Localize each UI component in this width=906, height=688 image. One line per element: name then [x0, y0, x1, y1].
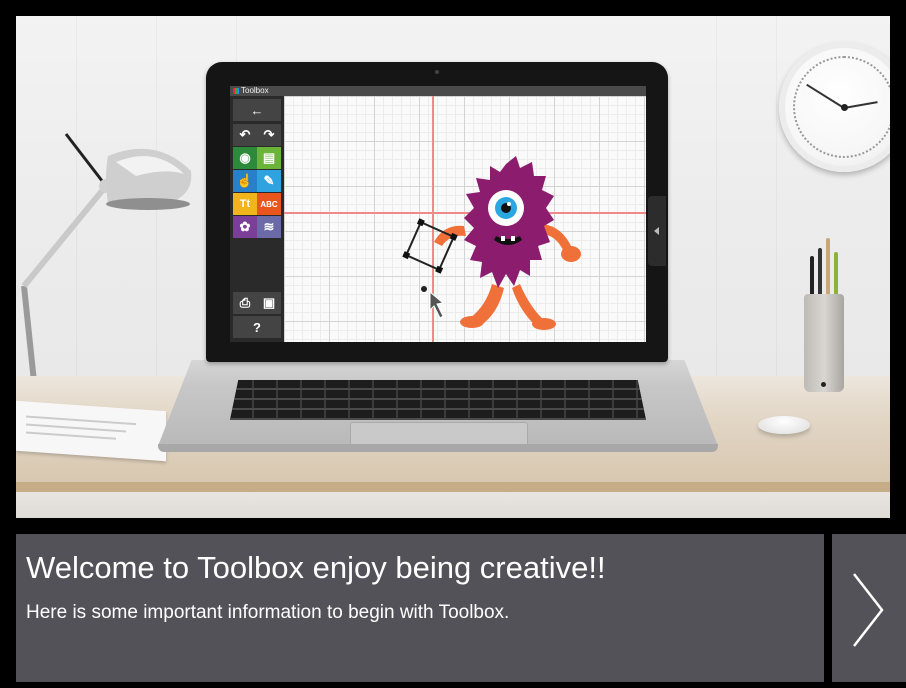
open-book — [16, 400, 166, 462]
back-arrow-icon[interactable]: ← — [233, 99, 281, 121]
app-window-title: Toolbox — [241, 86, 269, 95]
new-page-icon[interactable]: ▤ — [257, 147, 281, 169]
pencil-cup — [804, 294, 844, 392]
design-canvas — [284, 96, 646, 342]
redo-icon[interactable]: ↷ — [257, 124, 281, 146]
slide-frame: Toolbox ← ↶ ↷ ◉ ▤ ☝ ✎ Tt ABC ✿ ≋ ⎙ ▣ ? W… — [0, 0, 906, 688]
side-panel-toggle[interactable] — [648, 196, 666, 266]
monogram-icon[interactable]: ABC — [257, 193, 281, 215]
toolbox-panel: ← ↶ ↷ ◉ ▤ ☝ ✎ Tt ABC ✿ ≋ ⎙ ▣ ? — [230, 96, 284, 342]
hero-image: Toolbox ← ↶ ↷ ◉ ▤ ☝ ✎ Tt ABC ✿ ≋ ⎙ ▣ ? — [16, 16, 890, 518]
layers-icon[interactable]: ≋ — [257, 216, 281, 238]
wall-clock — [779, 42, 890, 172]
hand-icon[interactable]: ☝ — [233, 170, 257, 192]
view-icon[interactable]: ◉ — [233, 147, 257, 169]
computer-mouse — [758, 416, 810, 434]
monster-illustration — [402, 156, 581, 330]
app-titlebar: Toolbox — [230, 86, 646, 96]
clock-center — [841, 104, 848, 111]
save-icon[interactable]: ▣ — [257, 292, 281, 314]
wall-stripe — [776, 16, 777, 376]
desk-edge — [16, 482, 890, 492]
app-logo-icon — [233, 88, 239, 94]
laptop-lid: Toolbox ← ↶ ↷ ◉ ▤ ☝ ✎ Tt ABC ✿ ≋ ⎙ ▣ ? — [206, 62, 668, 362]
next-slide-button[interactable] — [832, 534, 906, 682]
laptop-base-front — [158, 444, 718, 452]
chevron-right-icon — [853, 573, 884, 647]
info-panel: Welcome to Toolbox enjoy being creative!… — [16, 534, 824, 682]
chevron-left-icon — [654, 227, 659, 235]
welcome-title: Welcome to Toolbox enjoy being creative!… — [26, 550, 606, 585]
palette-icon[interactable]: ✿ — [233, 216, 257, 238]
stamp-icon[interactable]: ✎ — [257, 170, 281, 192]
wall-stripe — [716, 16, 717, 376]
help-icon[interactable]: ? — [233, 316, 281, 338]
keyboard-rows — [230, 380, 646, 420]
desk-front — [16, 492, 890, 518]
print-icon[interactable]: ⎙ — [233, 292, 257, 314]
undo-icon[interactable]: ↶ — [233, 124, 257, 146]
cup-dot — [821, 382, 826, 387]
text-icon[interactable]: Tt — [233, 193, 257, 215]
laptop-screen: Toolbox ← ↶ ↷ ◉ ▤ ☝ ✎ Tt ABC ✿ ≋ ⎙ ▣ ? — [230, 86, 646, 342]
desk-lamp — [16, 133, 192, 416]
webcam — [435, 70, 439, 74]
welcome-text: Here is some important information to be… — [26, 602, 510, 623]
